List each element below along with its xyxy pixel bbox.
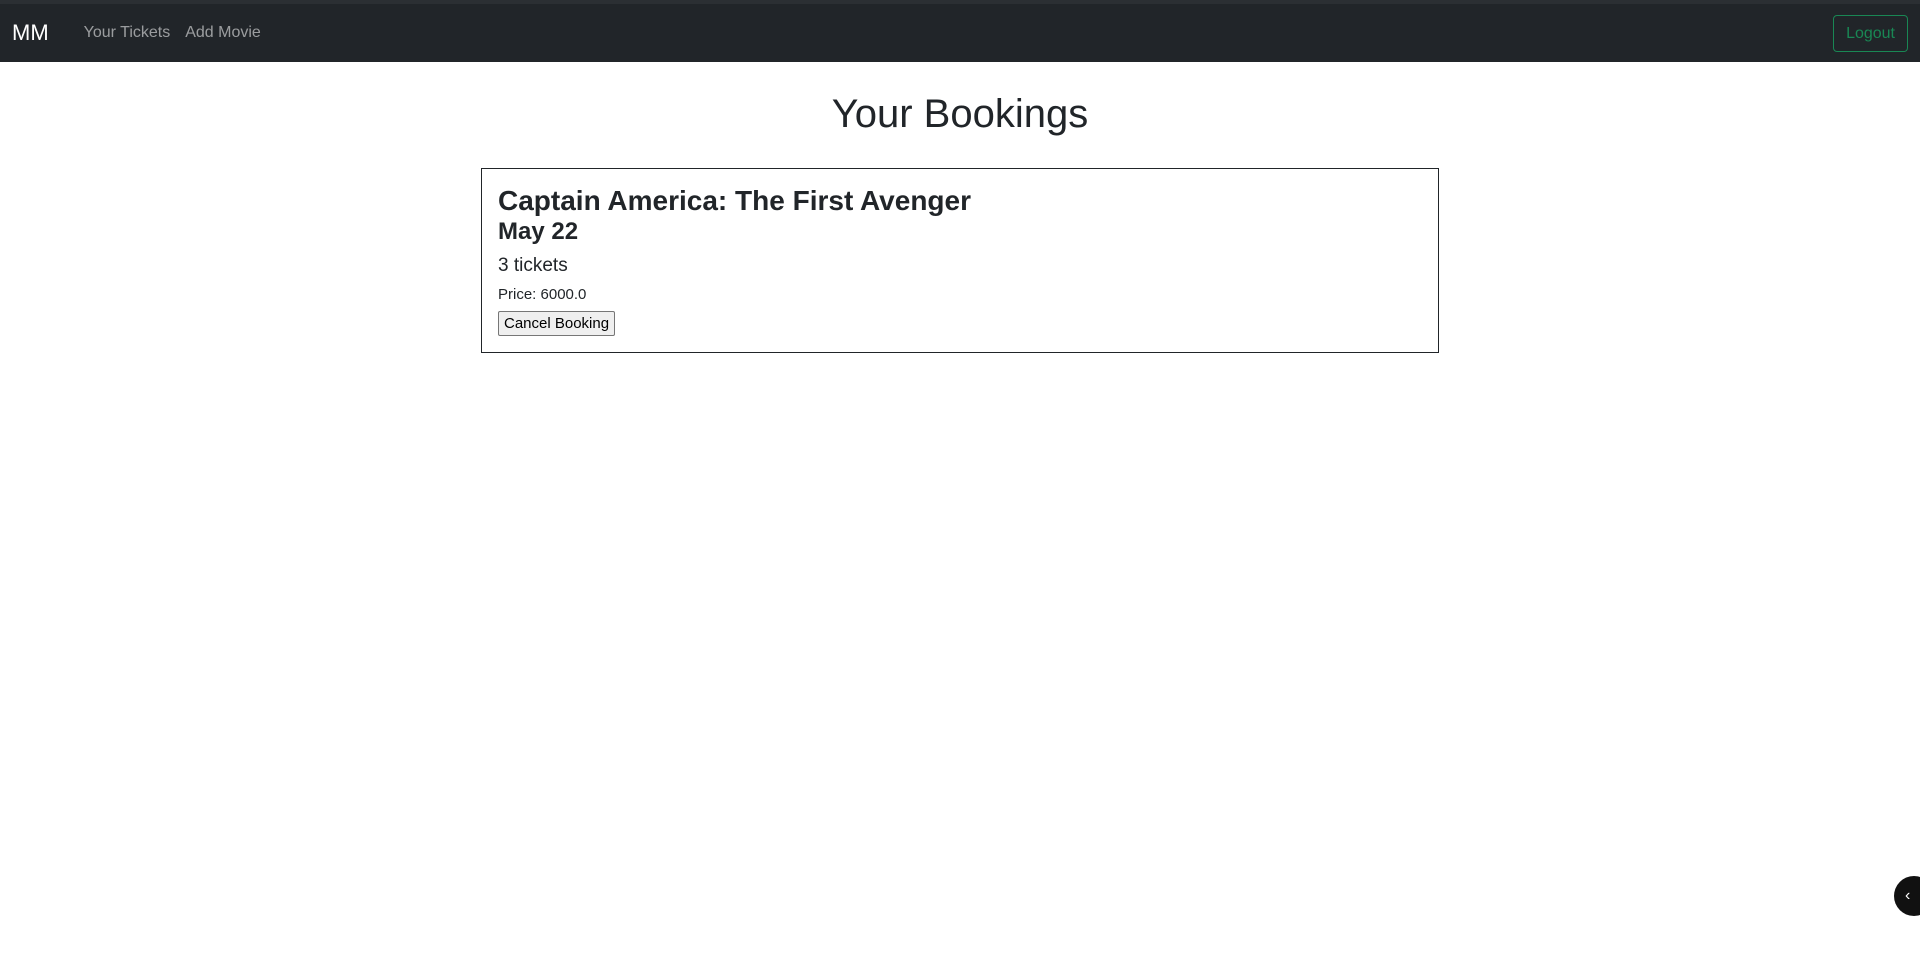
navbar: MM Your Tickets Add Movie Logout	[0, 4, 1920, 62]
brand-link[interactable]: MM	[12, 20, 49, 46]
chevron-left-icon: ‹	[1905, 887, 1911, 904]
booking-card: Captain America: The First Avenger May 2…	[481, 168, 1439, 353]
floating-toggle-button[interactable]: ‹	[1894, 876, 1920, 916]
booking-date: May 22	[498, 218, 579, 245]
cancel-booking-button[interactable]: Cancel Booking	[498, 311, 616, 336]
nav-link-add-movie[interactable]: Add Movie	[185, 24, 261, 42]
page-title: Your Bookings	[831, 92, 1089, 136]
booking-tickets: 3 tickets	[498, 255, 568, 276]
main-content: Your Bookings Captain America: The First…	[0, 90, 1920, 353]
nav-link-your-tickets[interactable]: Your Tickets	[84, 24, 171, 42]
logout-button[interactable]: Logout	[1833, 15, 1908, 52]
booking-price: Price: 6000.0	[498, 286, 587, 303]
booking-movie-title: Captain America: The First Avenger	[498, 185, 972, 216]
